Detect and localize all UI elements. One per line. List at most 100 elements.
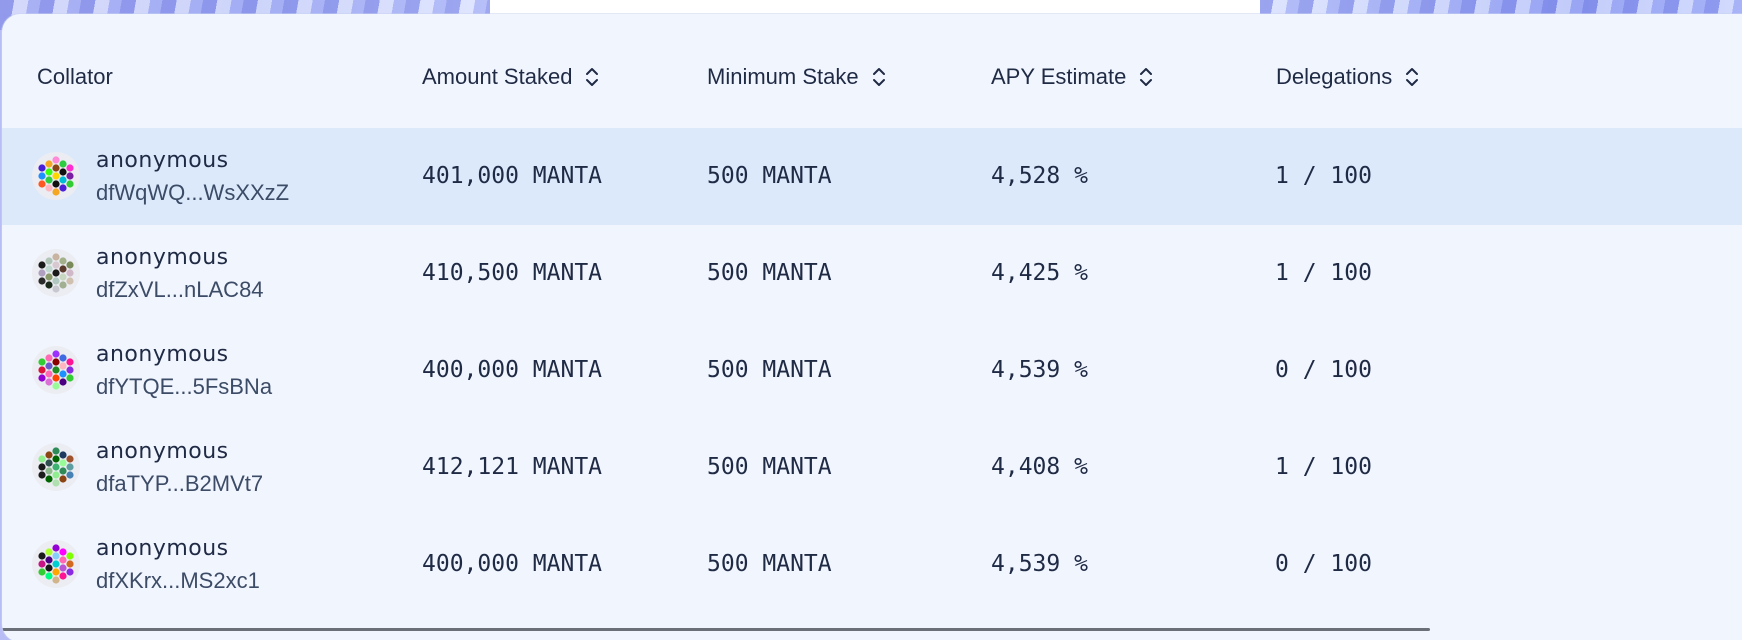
delegations-cell: 1 / 100 — [1275, 163, 1372, 189]
avatar-dot — [66, 164, 74, 172]
avatar-dot — [38, 269, 46, 277]
avatar-dot — [52, 253, 60, 261]
avatar-dot — [52, 560, 60, 568]
collator-avatar-icon — [32, 152, 80, 200]
amount-staked-cell: 400,000 MANTA — [422, 551, 603, 577]
avatar-dot — [59, 160, 67, 168]
column-header-label: Delegations — [1276, 64, 1393, 89]
avatar-dot — [66, 180, 74, 188]
collator-address: dfWqWQ...WsXXzZ — [96, 180, 290, 205]
collator-address: dfZxVL...nLAC84 — [96, 277, 264, 302]
avatar-dot — [52, 552, 60, 560]
avatar-dot — [45, 467, 53, 475]
sort-icon[interactable] — [1404, 66, 1420, 88]
horizontal-scrollbar[interactable] — [2, 628, 1430, 631]
avatar-dot — [66, 568, 74, 576]
avatar-dot — [52, 350, 60, 358]
column-header-collator: Collator — [37, 64, 113, 90]
sort-icon[interactable] — [1138, 66, 1154, 88]
amount-staked-cell: 401,000 MANTA — [422, 163, 603, 189]
avatar-dot — [38, 568, 46, 576]
avatar-dot — [45, 548, 53, 556]
avatar-dot — [59, 273, 67, 281]
column-header-label: Minimum Stake — [707, 64, 859, 89]
avatar-dot — [52, 285, 60, 293]
delegations-cell: 0 / 100 — [1275, 357, 1372, 383]
column-header-label: Collator — [37, 64, 113, 89]
apy-cell: 4,425 % — [991, 260, 1088, 286]
avatar-dot — [52, 277, 60, 285]
avatar-dot — [59, 362, 67, 370]
avatar-dot — [38, 471, 46, 479]
minimum-stake-cell: 500 MANTA — [707, 551, 832, 577]
avatar-dot — [38, 374, 46, 382]
avatar-dot — [52, 164, 60, 172]
sort-icon[interactable] — [871, 66, 887, 88]
collators-table: Collator Amount Staked Minimum Stake APY… — [2, 14, 1742, 640]
avatar-dot — [45, 451, 53, 459]
column-header-minimum-stake[interactable]: Minimum Stake — [707, 64, 887, 90]
avatar-dot — [59, 370, 67, 378]
avatar-dot — [52, 172, 60, 180]
avatar-dot — [66, 358, 74, 366]
avatar-dot — [45, 564, 53, 572]
table-row[interactable]: anonymous dfZxVL...nLAC84 410,500 MANTA … — [2, 225, 1742, 322]
avatar-dot — [52, 544, 60, 552]
avatar-dot — [52, 374, 60, 382]
amount-staked-cell: 400,000 MANTA — [422, 357, 603, 383]
column-header-apy-estimate[interactable]: APY Estimate — [991, 64, 1154, 90]
column-header-amount-staked[interactable]: Amount Staked — [422, 64, 600, 90]
avatar-dot — [59, 281, 67, 289]
avatar-dot — [52, 479, 60, 487]
minimum-stake-cell: 500 MANTA — [707, 260, 832, 286]
avatar-dot — [38, 463, 46, 471]
avatar-dot — [45, 176, 53, 184]
avatar-dot — [38, 455, 46, 463]
avatar-dot — [66, 374, 74, 382]
column-header-delegations[interactable]: Delegations — [1276, 64, 1420, 90]
table-row[interactable]: anonymous dfXKrx...MS2xc1 400,000 MANTA … — [2, 516, 1742, 613]
avatar-dot — [52, 366, 60, 374]
avatar-dot — [59, 378, 67, 386]
avatar-dot — [66, 455, 74, 463]
avatar-dot — [52, 188, 60, 196]
avatar-dot — [52, 156, 60, 164]
avatar-dot — [38, 560, 46, 568]
collator-avatar-icon — [32, 540, 80, 588]
avatar-dot — [45, 378, 53, 386]
delegations-cell: 1 / 100 — [1275, 260, 1372, 286]
collator-name: anonymous — [96, 342, 229, 367]
avatar-dot — [66, 277, 74, 285]
avatar-dot — [38, 277, 46, 285]
collator-avatar-icon — [32, 249, 80, 297]
avatar-dot — [59, 176, 67, 184]
avatar-dot — [59, 265, 67, 273]
collator-avatar-icon — [32, 346, 80, 394]
avatar-dot — [38, 172, 46, 180]
sort-icon[interactable] — [584, 66, 600, 88]
avatar-dot — [45, 257, 53, 265]
table-row[interactable]: anonymous dfWqWQ...WsXXzZ 401,000 MANTA … — [2, 128, 1742, 225]
table-row[interactable]: anonymous dfaTYP...B2MVt7 412,121 MANTA … — [2, 419, 1742, 516]
collator-address: dfaTYP...B2MVt7 — [96, 471, 264, 496]
avatar-dot — [59, 572, 67, 580]
minimum-stake-cell: 500 MANTA — [707, 454, 832, 480]
avatar-dot — [45, 281, 53, 289]
avatar-dot — [45, 354, 53, 362]
column-header-label: APY Estimate — [991, 64, 1127, 89]
avatar-dot — [52, 358, 60, 366]
avatar-dot — [45, 168, 53, 176]
avatar-dot — [45, 459, 53, 467]
minimum-stake-cell: 500 MANTA — [707, 357, 832, 383]
avatar-dot — [66, 172, 74, 180]
avatar-dot — [45, 273, 53, 281]
avatar-dot — [59, 548, 67, 556]
avatar-dot — [52, 568, 60, 576]
avatar-dot — [52, 576, 60, 584]
apy-cell: 4,539 % — [991, 357, 1088, 383]
collator-address: dfYTQE...5FsBNa — [96, 374, 273, 399]
delegations-cell: 0 / 100 — [1275, 551, 1372, 577]
table-row[interactable]: anonymous dfYTQE...5FsBNa 400,000 MANTA … — [2, 322, 1742, 419]
avatar-dot — [45, 184, 53, 192]
avatar-dot — [52, 261, 60, 269]
